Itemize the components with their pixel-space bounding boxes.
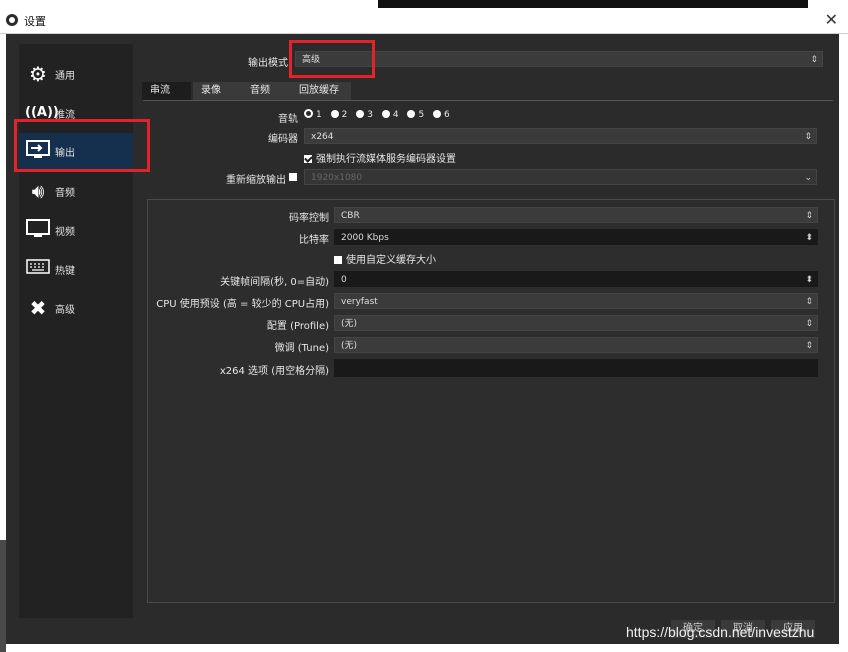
sidebar-item-label: 高级: [55, 305, 75, 316]
sidebar-item-label: 热键: [55, 266, 75, 277]
top-strip: [378, 0, 808, 8]
encoder-value: x264: [311, 132, 334, 142]
close-icon[interactable]: ✕: [825, 10, 838, 29]
highlight-box-output-item: [14, 119, 150, 172]
spin-arrows-icon[interactable]: ⬍: [805, 272, 813, 288]
cpu-preset-value: veryfast: [341, 297, 378, 307]
title-bar: 设置 ✕: [0, 8, 848, 34]
tab-audio[interactable]: 音频: [242, 82, 291, 100]
enforce-encoder-checkbox[interactable]: 强制执行流媒体服务编码器设置: [304, 150, 456, 165]
obs-logo-icon: [6, 14, 18, 26]
highlight-box-output-mode: [289, 40, 375, 78]
tune-value: (无): [341, 341, 358, 351]
custom-buffer-label: 使用自定义缓存大小: [346, 255, 436, 266]
rescale-output-checkbox[interactable]: [289, 173, 297, 181]
track-radio-1[interactable]: 1: [304, 109, 322, 120]
tab-divider: [143, 100, 833, 101]
bitrate-spinbox[interactable]: 2000 Kbps ⬍: [334, 229, 818, 245]
tab-stream[interactable]: 串流: [142, 82, 191, 100]
chevron-updown-icon: ⇕: [805, 297, 813, 307]
sidebar-item-label: 通用: [55, 71, 75, 82]
track-radio-2[interactable]: 2: [330, 110, 347, 120]
window-title: 设置: [24, 15, 46, 28]
settings-window: ⚙ 通用 ((A)) 推流 输出 🔊︎ 音频 视频 热键 ✖ 高级 输出模式 高…: [6, 34, 839, 644]
speaker-icon: 🔊︎: [31, 179, 45, 203]
audio-track-radios: 1 2 3 4 5 6: [304, 109, 456, 120]
rescale-resolution-value: 1920x1080: [311, 173, 363, 183]
checkbox-checked-icon: [304, 155, 312, 163]
chevron-updown-icon: ⇕: [805, 319, 813, 329]
output-mode-label: 输出模式: [248, 58, 288, 69]
custom-buffer-checkbox[interactable]: 使用自定义缓存大小: [334, 251, 436, 266]
rate-control-label: 码率控制: [289, 213, 329, 224]
encoder-label: 编码器: [268, 134, 298, 145]
tune-label: 微调 (Tune): [274, 343, 329, 354]
sidebar-item-label: 音频: [55, 188, 75, 199]
checkbox-unchecked-icon: [334, 256, 342, 264]
chevron-updown-icon: ⇕: [805, 211, 813, 221]
chevron-updown-icon: ⇕: [804, 132, 812, 142]
tab-recording[interactable]: 录像: [193, 82, 242, 100]
spin-arrows-icon[interactable]: ⬍: [805, 230, 813, 246]
sidebar-item-video[interactable]: 视频: [19, 212, 133, 248]
profile-value: (无): [341, 319, 358, 329]
enforce-encoder-label: 强制执行流媒体服务编码器设置: [316, 154, 456, 165]
cpu-preset-label: CPU 使用预设 (高 = 较少的 CPU占用): [156, 299, 329, 310]
keyboard-icon: [25, 258, 51, 280]
chevron-down-icon: ⌄: [804, 173, 812, 183]
profile-label: 配置 (Profile): [266, 321, 329, 332]
chevron-updown-icon: ⇕: [810, 55, 818, 65]
encoder-select[interactable]: x264 ⇕: [304, 128, 817, 144]
tune-select[interactable]: (无) ⇕: [334, 337, 818, 353]
gear-icon: ⚙: [29, 62, 47, 86]
sidebar-item-label: 视频: [55, 227, 75, 238]
track-radio-6[interactable]: 6: [433, 110, 450, 120]
audio-track-label: 音轨: [278, 114, 298, 125]
watermark-text: https://blog.csdn.net/investzhu: [626, 624, 815, 640]
monitor-icon: [25, 219, 51, 241]
sidebar-item-advanced[interactable]: ✖ 高级: [19, 290, 133, 326]
sidebar-item-general[interactable]: ⚙ 通用: [19, 56, 133, 92]
rate-control-value: CBR: [341, 211, 360, 221]
bitrate-label: 比特率: [299, 235, 329, 246]
track-radio-3[interactable]: 3: [356, 110, 373, 120]
x264-options-input[interactable]: [334, 359, 818, 377]
profile-select[interactable]: (无) ⇕: [334, 315, 818, 331]
sidebar-item-hotkeys[interactable]: 热键: [19, 251, 133, 287]
keyframe-interval-value: 0: [341, 275, 347, 285]
rate-control-select[interactable]: CBR ⇕: [334, 207, 818, 223]
tools-icon: ✖: [29, 296, 47, 320]
keyframe-interval-spinbox[interactable]: 0 ⬍: [334, 271, 818, 287]
track-radio-4[interactable]: 4: [381, 110, 399, 120]
bitrate-value: 2000 Kbps: [341, 233, 389, 243]
rescale-output-label: 重新缩放输出: [226, 175, 286, 186]
cpu-preset-select[interactable]: veryfast ⇕: [334, 293, 818, 309]
x264-options-label: x264 选项 (用空格分隔): [219, 366, 329, 377]
chevron-updown-icon: ⇕: [805, 341, 813, 351]
tab-replay-buffer[interactable]: 回放缓存: [291, 82, 351, 100]
sidebar-item-audio[interactable]: 🔊︎ 音频: [19, 173, 133, 209]
rescale-resolution-select[interactable]: 1920x1080 ⌄: [304, 169, 817, 185]
encoder-settings-group: 码率控制 CBR ⇕ 比特率 2000 Kbps ⬍ 使用自定义缓存大小 关键帧…: [147, 199, 835, 603]
track-radio-5[interactable]: 5: [407, 110, 424, 120]
keyframe-interval-label: 关键帧间隔(秒, 0=自动): [220, 277, 329, 288]
